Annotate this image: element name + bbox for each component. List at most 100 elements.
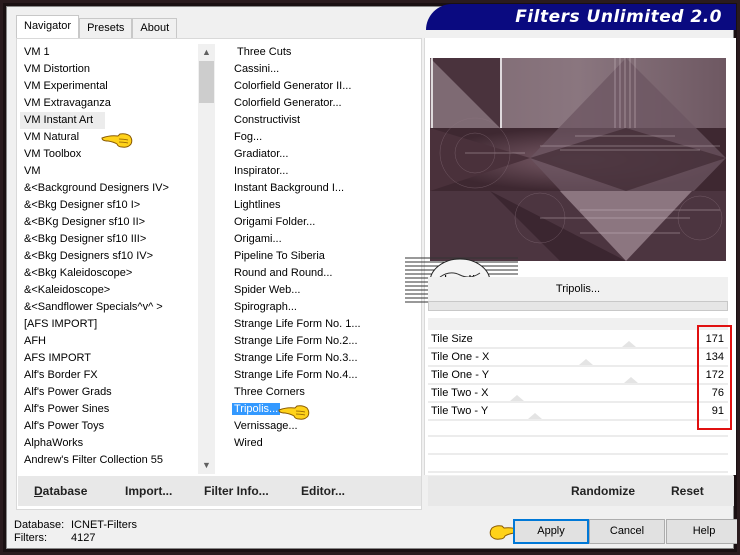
filter-item[interactable]: Vernissage...	[230, 418, 415, 435]
filter-item[interactable]: Colorfield Generator...	[230, 95, 415, 112]
empty-param-row	[428, 438, 728, 455]
category-item[interactable]: AlphaWorks	[20, 435, 198, 452]
filter-item[interactable]: Colorfield Generator II...	[230, 78, 415, 95]
category-item[interactable]: VM Distortion	[20, 61, 198, 78]
title-banner: Filters Unlimited 2.0	[426, 4, 736, 30]
filter-item[interactable]: Gradiator...	[230, 146, 415, 163]
filter-item-label: Gradiator...	[234, 148, 289, 160]
category-item[interactable]: &<Bkg Designer sf10 III>	[20, 231, 198, 248]
param-label: Tile Size	[431, 333, 473, 345]
editor-button[interactable]: Editor...	[301, 484, 345, 498]
filter-item[interactable]: Spider Web...	[230, 282, 415, 299]
category-item[interactable]: &<Kaleidoscope>	[20, 282, 198, 299]
slider-marker[interactable]	[579, 359, 593, 365]
progress-bar	[428, 301, 728, 311]
filter-item[interactable]: Cassini...	[230, 61, 415, 78]
category-item[interactable]: &<BKg Designer sf10 II>	[20, 214, 198, 231]
filter-item[interactable]: Instant Background I...	[230, 180, 415, 197]
filter-item[interactable]: Strange Life Form No.3...	[230, 350, 415, 367]
import-button[interactable]: Import...	[125, 484, 172, 498]
filter-item[interactable]: Constructivist	[230, 112, 415, 129]
tab-bar: Navigator Presets About	[16, 15, 178, 38]
category-item[interactable]: Andrew's Filter Collection 55	[20, 452, 198, 469]
slider-marker[interactable]	[622, 341, 636, 347]
filter-item-label: Three Cuts	[237, 46, 292, 58]
filter-item[interactable]: Origami...	[230, 231, 415, 248]
param-slider-row[interactable]: Tile Size 171	[428, 332, 728, 349]
filter-item-label: Lightlines	[234, 199, 281, 211]
category-item[interactable]: AFH	[20, 333, 198, 350]
param-slider-row[interactable]: Tile Two - Y 91	[428, 404, 728, 421]
database-label: Database:	[14, 519, 65, 531]
filter-item[interactable]: Spirograph...	[230, 299, 415, 316]
param-slider-row[interactable]: Tile Two - X 76	[428, 386, 728, 403]
category-item[interactable]: Alf's Power Sines	[20, 401, 198, 418]
database-button[interactable]: Database	[34, 484, 87, 498]
filter-item[interactable]: Origami Folder...	[230, 214, 415, 231]
filter-item-label: Colorfield Generator...	[234, 97, 342, 109]
category-item[interactable]: [AFS IMPORT]	[20, 316, 198, 333]
filter-item-label: Fog...	[234, 131, 263, 143]
filter-info-button[interactable]: Filter Info...	[204, 484, 269, 498]
filter-item-label: Round and Round...	[234, 267, 333, 279]
filter-item-label: Cassini...	[234, 63, 280, 75]
param-value: 134	[705, 351, 724, 363]
category-item[interactable]: &<Background Designers IV>	[20, 180, 198, 197]
preview-image	[430, 58, 726, 261]
category-list[interactable]: VM 1 VM Distortion VM Experimental VM Extra…	[20, 44, 198, 474]
category-item[interactable]: VM	[20, 163, 198, 180]
tab-navigator[interactable]: Navigator	[16, 15, 80, 38]
filter-item-label: Vernissage...	[234, 420, 298, 432]
scroll-thumb[interactable]	[199, 61, 214, 103]
tab-presets[interactable]: Presets	[79, 18, 133, 38]
category-item[interactable]: VM Experimental	[20, 78, 198, 95]
param-value: 91	[711, 405, 724, 417]
param-value: 76	[711, 387, 724, 399]
category-item[interactable]: VM 1	[20, 44, 198, 61]
filter-item-label: Strange Life Form No. 1...	[234, 318, 361, 330]
slider-marker[interactable]	[624, 377, 638, 383]
category-item[interactable]: VM Instant Art	[20, 112, 105, 129]
scroll-down-arrow-icon[interactable]: ▼	[198, 457, 215, 474]
filter-item[interactable]: Fog...	[230, 129, 415, 146]
reset-button[interactable]: Reset	[671, 484, 704, 498]
filter-item[interactable]: Inspirator...	[230, 163, 415, 180]
filter-item-label: Origami...	[234, 233, 282, 245]
category-item[interactable]: &<Bkg Designers sf10 IV>	[20, 248, 198, 265]
category-item[interactable]: Alf's Power Grads	[20, 384, 198, 401]
filter-item[interactable]: Three Cuts	[230, 44, 415, 61]
param-label: Tile Two - Y	[431, 405, 489, 417]
tab-about[interactable]: About	[132, 18, 178, 38]
category-item[interactable]: Alf's Power Toys	[20, 418, 198, 435]
param-slider-row[interactable]: Tile One - X 134	[428, 350, 728, 367]
param-slider-row[interactable]: Tile One - Y 172	[428, 368, 728, 385]
slider-marker[interactable]	[510, 395, 524, 401]
cancel-button[interactable]: Cancel	[589, 519, 665, 544]
filter-item[interactable]: Three Corners	[230, 384, 415, 401]
category-item[interactable]: Alf's Border FX	[20, 367, 198, 384]
filter-item[interactable]: Lightlines	[230, 197, 415, 214]
filter-item[interactable]: Strange Life Form No.2...	[230, 333, 415, 350]
filter-item[interactable]: Wired	[230, 435, 415, 452]
filter-item-label: Strange Life Form No.2...	[234, 335, 358, 347]
category-item[interactable]: VM Extravaganza	[20, 95, 198, 112]
category-item[interactable]: &<Bkg Designer sf10 I>	[20, 197, 198, 214]
filter-item-label: Spider Web...	[234, 284, 301, 296]
scroll-up-arrow-icon[interactable]: ▲	[198, 44, 215, 61]
app-title: Filters Unlimited 2.0	[515, 7, 722, 27]
filter-list[interactable]: Three Cuts Cassini... Colorfield Generator…	[230, 44, 415, 464]
apply-button[interactable]: Apply	[513, 519, 589, 544]
filter-item[interactable]: Round and Round...	[230, 265, 415, 282]
randomize-button[interactable]: Randomize	[571, 484, 635, 498]
filter-item[interactable]: Pipeline To Siberia	[230, 248, 415, 265]
status-area: Database: ICNET-Filters Filters: 4127	[14, 519, 137, 545]
filter-item[interactable]: Tripolis...	[230, 401, 415, 418]
filter-item[interactable]: Strange Life Form No. 1...	[230, 316, 415, 333]
category-item[interactable]: AFS IMPORT	[20, 350, 198, 367]
category-scrollbar[interactable]: ▲ ▼	[198, 44, 215, 474]
filter-item[interactable]: Strange Life Form No.4...	[230, 367, 415, 384]
category-item[interactable]: &<Sandflower Specials^v^ >	[20, 299, 198, 316]
slider-marker[interactable]	[528, 413, 542, 419]
help-button[interactable]: Help	[666, 519, 740, 544]
category-item[interactable]: &<Bkg Kaleidoscope>	[20, 265, 198, 282]
